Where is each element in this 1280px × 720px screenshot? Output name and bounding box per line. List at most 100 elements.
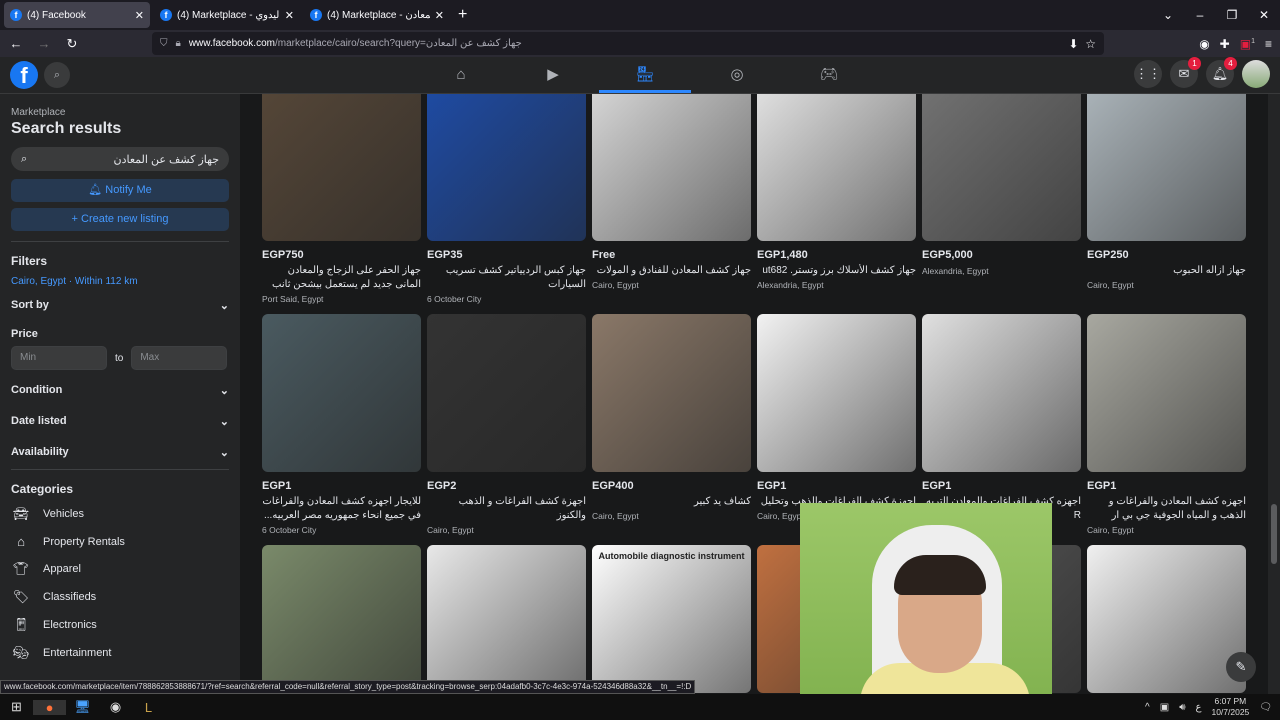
listing-image[interactable]	[757, 314, 916, 472]
listing-card[interactable]: EGP750 جهاز الحفر على الزجاج والمعادن الم…	[262, 94, 421, 304]
listing-card[interactable]	[1087, 545, 1246, 693]
listing-image[interactable]	[757, 94, 916, 241]
listing-card[interactable]: Automobile diagnostic instrument	[592, 545, 751, 693]
browser-tab[interactable]: f(4) Marketplace - كشف المعادن✕	[304, 2, 450, 28]
facebook-logo[interactable]: f	[10, 61, 38, 89]
listing-image[interactable]	[262, 314, 421, 472]
listing-card[interactable]: EGP2 اجهزة كشف الفراغات و الذهب والكنوز Ca…	[427, 314, 586, 535]
category-vehicles[interactable]: 🚘︎ Vehicles	[11, 506, 229, 522]
avatar[interactable]	[1242, 60, 1270, 88]
listing-image[interactable]	[1087, 94, 1246, 241]
language-indicator[interactable]: ع	[1196, 702, 1202, 713]
browser-tab[interactable]: f(4) Marketplace - المعدن اليدوي✕	[154, 2, 300, 28]
listing-image[interactable]	[592, 545, 751, 693]
listing-card[interactable]: EGP5,000 Alexandria, Egypt	[922, 94, 1081, 276]
create-listing-button[interactable]: + Create new listing	[11, 208, 229, 231]
address-bar[interactable]: ⛉ 🔒︎ www.facebook.com/marketplace/cairo/s…	[152, 32, 1104, 55]
listing-card[interactable]: EGP1 اجهزة كشف الفراغات والذهب وتحليل Cair…	[757, 314, 916, 521]
chevron-down-icon: ⌄	[219, 300, 229, 312]
listing-card[interactable]: EGP1 اجهزه كشف المعادن والفراغات و الذهب …	[1087, 314, 1246, 535]
messenger-icon[interactable]: ✉ 1	[1170, 57, 1201, 88]
video-icon[interactable]: ▶	[507, 57, 599, 93]
close-tab-icon[interactable]: ✕	[285, 9, 294, 22]
listing-image[interactable]	[262, 545, 421, 693]
menu-icon[interactable]: ≡	[1265, 37, 1272, 51]
listings-grid: EGP750 جهاز الحفر على الزجاج والمعادن الم…	[262, 94, 1252, 694]
listing-card[interactable]: EGP400 كشاف يد كبير Cairo, Egypt	[592, 314, 751, 521]
max-price-input[interactable]: Max	[131, 346, 228, 370]
close-window-button[interactable]: ✕	[1248, 8, 1280, 22]
close-tab-icon[interactable]: ✕	[435, 9, 444, 22]
obs-icon[interactable]: ◉	[99, 699, 132, 715]
reload-button[interactable]: ↻	[60, 36, 84, 52]
listing-image[interactable]	[922, 94, 1081, 241]
date-listed-dropdown[interactable]: Date listed ⌄	[11, 415, 229, 428]
marketplace-icon[interactable]: 🏪︎	[599, 57, 691, 93]
gaming-icon[interactable]: 🎮︎	[783, 57, 875, 93]
listing-image[interactable]	[592, 314, 751, 472]
listing-card[interactable]: EGP1 للايجار اجهزه كشف المعادن والفراغات …	[262, 314, 421, 535]
computer-icon[interactable]: 🖥︎	[66, 699, 99, 715]
minimize-button[interactable]: –	[1184, 8, 1216, 22]
listing-card[interactable]: EGP35 جهاز كبس الرديياتير كشف تسريب السيا…	[427, 94, 586, 304]
network-icon[interactable]: ▣	[1160, 702, 1169, 713]
listing-image[interactable]	[427, 314, 586, 472]
home-icon[interactable]: ⌂	[415, 57, 507, 93]
listing-card[interactable]: EGP250 جهاز ازاله الحبوب Cairo, Egypt	[1087, 94, 1246, 290]
listing-card[interactable]: Free جهاز كشف المعادن للفنادق و المولات Ca…	[592, 94, 751, 290]
league-icon[interactable]: L	[132, 700, 165, 715]
back-button[interactable]: ←	[4, 36, 28, 51]
clock[interactable]: 6:07 PM 10/7/2025	[1211, 696, 1249, 718]
category-apparel[interactable]: 👕︎ Apparel	[11, 561, 229, 577]
extension-icon[interactable]: ▣1	[1240, 37, 1255, 51]
sort-by-dropdown[interactable]: Sort by ⌄	[11, 299, 229, 312]
category-classifieds[interactable]: 🏷︎ Classifieds	[11, 589, 229, 605]
account-icon[interactable]: ◉	[1199, 37, 1209, 51]
windows-start-icon[interactable]: ⊞	[0, 699, 33, 715]
listing-image[interactable]	[427, 545, 586, 693]
listing-location: Cairo, Egypt	[1087, 280, 1134, 290]
category-entertainment[interactable]: 🎭︎ Entertainment	[11, 645, 229, 661]
browser-tab[interactable]: f (4) Facebook ✕	[4, 2, 150, 28]
restore-button[interactable]: ❐	[1216, 8, 1248, 22]
location-filter[interactable]: Cairo, Egypt · Within 112 km	[11, 276, 229, 287]
listing-image[interactable]	[922, 314, 1081, 472]
close-tab-icon[interactable]: ✕	[135, 9, 144, 22]
listing-image[interactable]	[592, 94, 751, 241]
facebook-favicon-icon: f	[160, 9, 172, 21]
volume-icon[interactable]: 🔊︎	[1179, 702, 1185, 713]
tray-chevron-icon[interactable]: ^	[1145, 702, 1150, 713]
search-icon[interactable]: ⌕	[44, 62, 70, 88]
condition-dropdown[interactable]: Condition ⌄	[11, 384, 229, 397]
notifications-icon[interactable]: 🔔︎ 4	[1206, 57, 1237, 88]
bookmark-star-icon[interactable]: ☆	[1085, 37, 1096, 51]
notify-me-button[interactable]: 🔔︎ Notify Me	[11, 179, 229, 202]
listing-image[interactable]	[1087, 545, 1246, 693]
forward-button[interactable]: →	[32, 36, 56, 51]
listing-location: 6 October City	[262, 525, 317, 535]
tab-list-icon[interactable]: ⌄	[1152, 8, 1184, 22]
filters-heading: Filters	[11, 254, 48, 268]
listing-image[interactable]	[1087, 314, 1246, 472]
save-to-pocket-icon[interactable]: ⬇	[1069, 37, 1079, 51]
category-property-rentals[interactable]: ⌂ Property Rentals	[11, 534, 229, 549]
category-electronics[interactable]: 📱︎ Electronics	[11, 617, 229, 633]
groups-icon[interactable]: ◎	[691, 57, 783, 93]
firefox-icon[interactable]: ●	[33, 699, 66, 715]
scrollbar[interactable]	[1268, 94, 1280, 694]
listing-image[interactable]	[427, 94, 586, 241]
min-price-input[interactable]: Min	[11, 346, 107, 370]
divider	[11, 469, 229, 470]
listing-card[interactable]	[262, 545, 421, 693]
listing-image[interactable]	[262, 94, 421, 241]
extensions-icon[interactable]: ✚	[1220, 37, 1230, 51]
availability-dropdown[interactable]: Availability ⌄	[11, 446, 229, 459]
compose-icon[interactable]: ✎	[1226, 652, 1256, 682]
listing-card[interactable]: EGP1 اجهزه كشف الفراغات والمعادن التربه R	[922, 314, 1081, 525]
new-tab-button[interactable]: +	[458, 6, 467, 24]
listing-card[interactable]	[427, 545, 586, 693]
search-input[interactable]: ⌕ جهاز كشف عن المعادن	[11, 147, 229, 171]
notification-center-icon[interactable]: 🗨︎	[1259, 702, 1272, 713]
menu-grid-icon[interactable]: ⋮⋮	[1134, 60, 1162, 88]
listing-card[interactable]: EGP1,480 جهاز كشف الأسلاك برز وتستر. ut68…	[757, 94, 916, 290]
